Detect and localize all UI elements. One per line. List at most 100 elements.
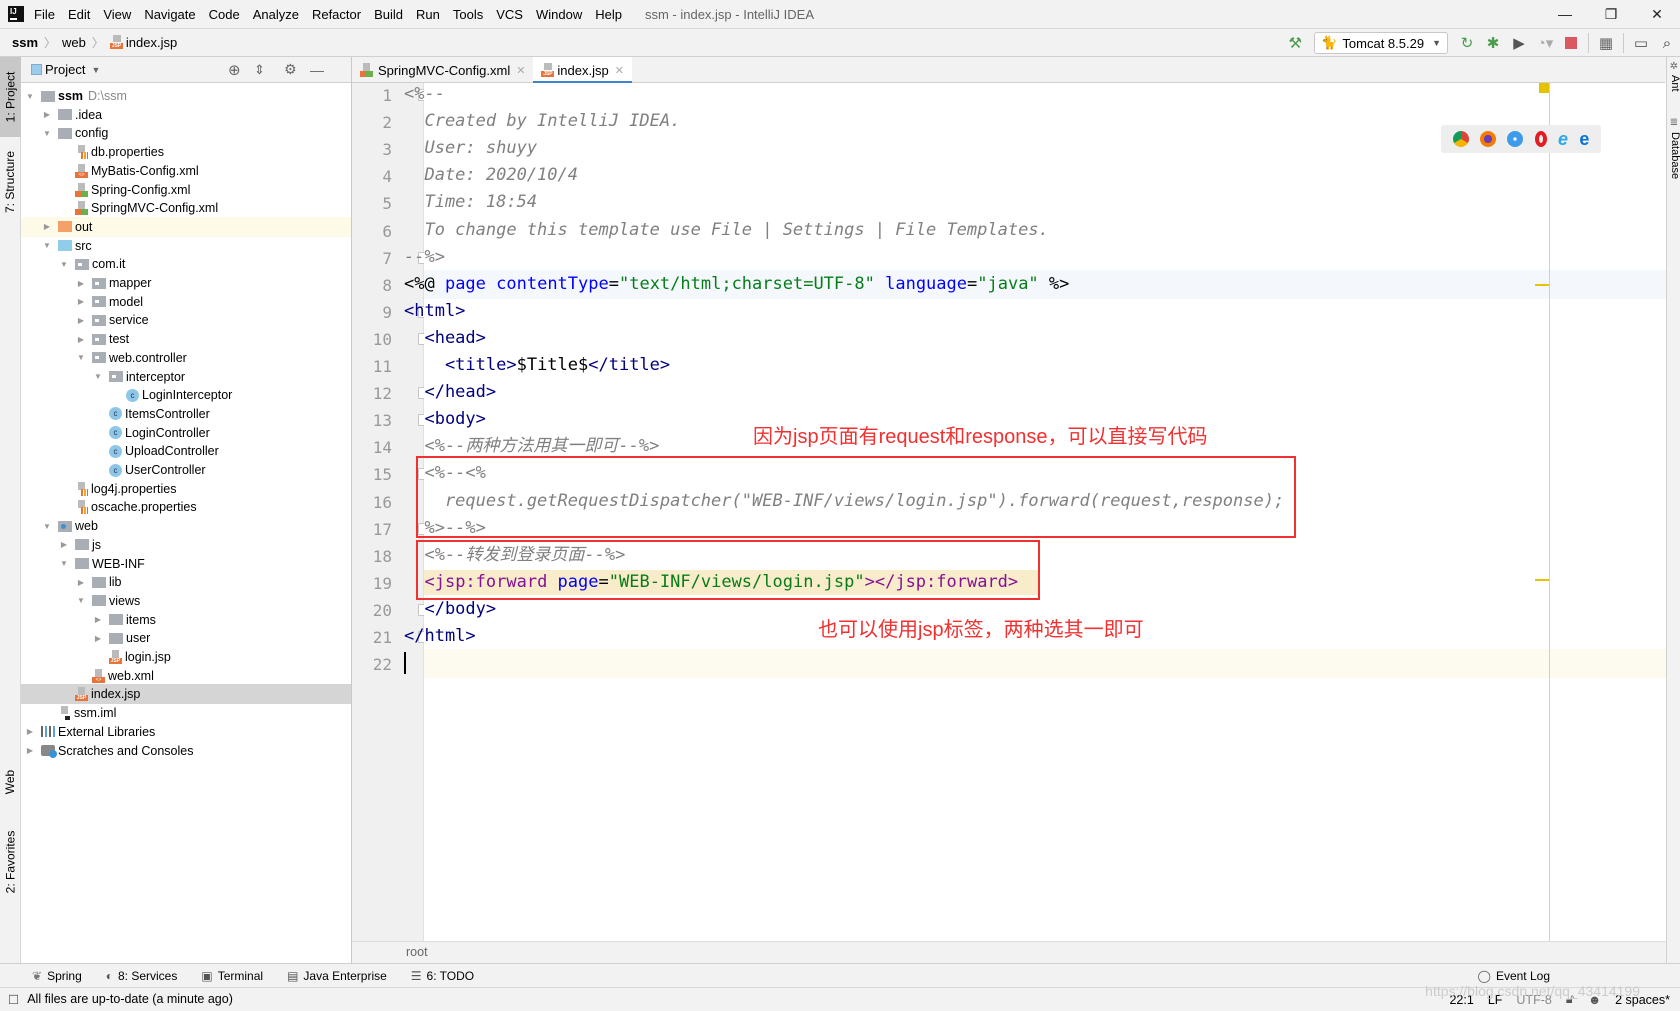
tab-web[interactable]: Web xyxy=(0,757,21,807)
tree-item[interactable]: ▼ web.controller xyxy=(21,348,351,368)
editor-breadcrumb-root[interactable]: root xyxy=(406,945,428,959)
collapse-all-icon[interactable]: ⇕ xyxy=(254,62,265,78)
tree-item[interactable]: index.jsp xyxy=(21,684,351,705)
expand-arrow-right-icon[interactable]: ▶ xyxy=(76,578,86,587)
error-stripe-marker[interactable] xyxy=(1535,579,1549,581)
tool-spring[interactable]: ❦ Spring xyxy=(32,969,82,983)
tab-index-jsp[interactable]: index.jsp ✕ xyxy=(533,57,632,84)
tree-item[interactable]: ▼ com.it xyxy=(21,254,351,274)
menu-edit[interactable]: Edit xyxy=(68,7,90,22)
tree-item[interactable]: ▶ items xyxy=(21,610,351,630)
build-hammer-icon[interactable]: ⚒ xyxy=(1282,31,1308,55)
hide-panel-icon[interactable]: — xyxy=(310,62,324,78)
expand-arrow-down-icon[interactable]: ▼ xyxy=(59,260,69,269)
project-structure-icon[interactable]: ▦ xyxy=(1593,31,1619,55)
expand-arrow-right-icon[interactable]: ▶ xyxy=(25,746,35,755)
tree-item[interactable]: ▶ .idea xyxy=(21,105,351,125)
menu-vcs[interactable]: VCS xyxy=(496,7,523,22)
tree-item[interactable]: ▼ WEB-INF xyxy=(21,554,351,574)
safari-icon[interactable] xyxy=(1507,131,1524,147)
expand-arrow-right-icon[interactable]: ▶ xyxy=(76,335,86,344)
tree-item[interactable]: ▶ js xyxy=(21,535,351,555)
gear-icon[interactable]: ⚙ xyxy=(284,61,297,78)
maximize-button[interactable]: ❐ xyxy=(1588,0,1634,28)
locate-icon[interactable]: ⊕ xyxy=(228,61,241,79)
toggle-tool-windows-icon[interactable]: ☐ xyxy=(8,992,19,1007)
expand-arrow-down-icon[interactable]: ▼ xyxy=(42,129,52,138)
expand-arrow-right-icon[interactable]: ▶ xyxy=(59,540,69,549)
tree-item[interactable]: ▶ lib xyxy=(21,572,351,592)
debug-icon[interactable]: ✱ xyxy=(1480,31,1506,55)
tree-item[interactable]: oscache.properties xyxy=(21,497,351,517)
tree-item[interactable]: ▼ ssm D:\ssm xyxy=(21,86,351,106)
ie-icon[interactable]: e xyxy=(1558,129,1568,150)
tree-item[interactable]: ▶ test xyxy=(21,329,351,349)
tree-item[interactable]: Spring-Config.xml xyxy=(21,180,351,200)
tool-java-enterprise[interactable]: ▤ Java Enterprise xyxy=(287,969,387,983)
tree-item[interactable]: ▼ web xyxy=(21,516,351,536)
close-tab-icon[interactable]: ✕ xyxy=(516,64,525,77)
code-editor[interactable]: <%-- Created by IntelliJ IDEA. User: shu… xyxy=(404,83,1666,941)
tree-item[interactable]: ▶ user xyxy=(21,628,351,648)
menu-tools[interactable]: Tools xyxy=(453,7,483,22)
expand-arrow-right-icon[interactable]: ▶ xyxy=(76,279,86,288)
tab-structure[interactable]: 7: Structure xyxy=(0,142,21,222)
tab-favorites[interactable]: 2: Favorites xyxy=(0,817,21,907)
error-stripe-marker[interactable] xyxy=(1535,284,1549,286)
menu-help[interactable]: Help xyxy=(595,7,622,22)
tree-item[interactable]: ssm.iml xyxy=(21,703,351,723)
expand-arrow-down-icon[interactable]: ▼ xyxy=(25,92,35,101)
expand-arrow-down-icon[interactable]: ▼ xyxy=(42,522,52,531)
tree-item[interactable]: c LoginController xyxy=(21,423,351,443)
rerun-icon[interactable]: ↻ xyxy=(1454,31,1480,55)
tree-item[interactable]: c ItemsController xyxy=(21,404,351,424)
tree-item[interactable]: ▶ mapper xyxy=(21,273,351,293)
tab-database[interactable]: Database xyxy=(1667,132,1680,179)
breadcrumb-file[interactable]: index.jsp xyxy=(109,35,177,50)
expand-arrow-right-icon[interactable]: ▶ xyxy=(93,615,103,624)
tool-services[interactable]: ◐ 8: Services xyxy=(106,969,178,983)
expand-arrow-down-icon[interactable]: ▼ xyxy=(59,559,69,568)
expand-arrow-right-icon[interactable]: ▶ xyxy=(76,316,86,325)
tool-terminal[interactable]: ▣ Terminal xyxy=(201,969,263,983)
stop-icon[interactable] xyxy=(1558,31,1584,55)
scrollbar-track[interactable] xyxy=(1549,83,1550,941)
tree-item[interactable]: ▶ model xyxy=(21,292,351,312)
profile-icon[interactable]: ◔▾ xyxy=(1532,31,1558,55)
tree-item[interactable]: web.xml xyxy=(21,666,351,686)
expand-arrow-down-icon[interactable]: ▼ xyxy=(42,241,52,250)
edge-icon[interactable]: e xyxy=(1579,129,1589,150)
tree-item[interactable]: ▼ views xyxy=(21,591,351,611)
tool-event-log[interactable]: ◯ Event Log xyxy=(1478,969,1550,983)
tree-item[interactable]: db.properties xyxy=(21,142,351,162)
tree-item[interactable]: ▶ External Libraries xyxy=(21,722,351,742)
tree-item[interactable]: login.jsp xyxy=(21,647,351,667)
tab-ant[interactable]: Ant xyxy=(1667,75,1680,92)
menu-window[interactable]: Window xyxy=(536,7,582,22)
tool-todo[interactable]: ☰ 6: TODO xyxy=(411,969,474,983)
tree-item[interactable]: SpringMVC-Config.xml xyxy=(21,198,351,218)
menu-analyze[interactable]: Analyze xyxy=(253,7,299,22)
tree-item[interactable]: ▶ out xyxy=(21,216,351,237)
tree-item[interactable]: ▼ interceptor xyxy=(21,367,351,387)
project-view-selector[interactable]: Project xyxy=(45,62,85,77)
expand-arrow-down-icon[interactable]: ▼ xyxy=(76,596,86,605)
close-button[interactable]: ✕ xyxy=(1634,0,1680,28)
expand-arrow-down-icon[interactable]: ▼ xyxy=(76,353,86,362)
chevron-down-icon[interactable]: ▼ xyxy=(91,65,100,75)
tree-item[interactable]: c UploadController xyxy=(21,441,351,461)
search-everywhere-icon[interactable]: ⌕ xyxy=(1654,31,1680,55)
expand-arrow-right-icon[interactable]: ▶ xyxy=(42,222,52,231)
menu-code[interactable]: Code xyxy=(209,7,240,22)
menu-run[interactable]: Run xyxy=(416,7,440,22)
menu-build[interactable]: Build xyxy=(374,7,403,22)
run-anything-icon[interactable]: ▭ xyxy=(1628,31,1654,55)
menu-navigate[interactable]: Navigate xyxy=(144,7,195,22)
tree-item[interactable]: ▼ config xyxy=(21,123,351,143)
tree-item[interactable]: c UserController xyxy=(21,460,351,480)
tree-item[interactable]: c LoginInterceptor xyxy=(21,385,351,405)
inspection-status-icon[interactable] xyxy=(1539,83,1549,93)
tab-project[interactable]: 1: Project xyxy=(0,57,21,137)
breadcrumb-web[interactable]: web xyxy=(62,35,86,50)
breadcrumb-project[interactable]: ssm xyxy=(12,35,38,50)
